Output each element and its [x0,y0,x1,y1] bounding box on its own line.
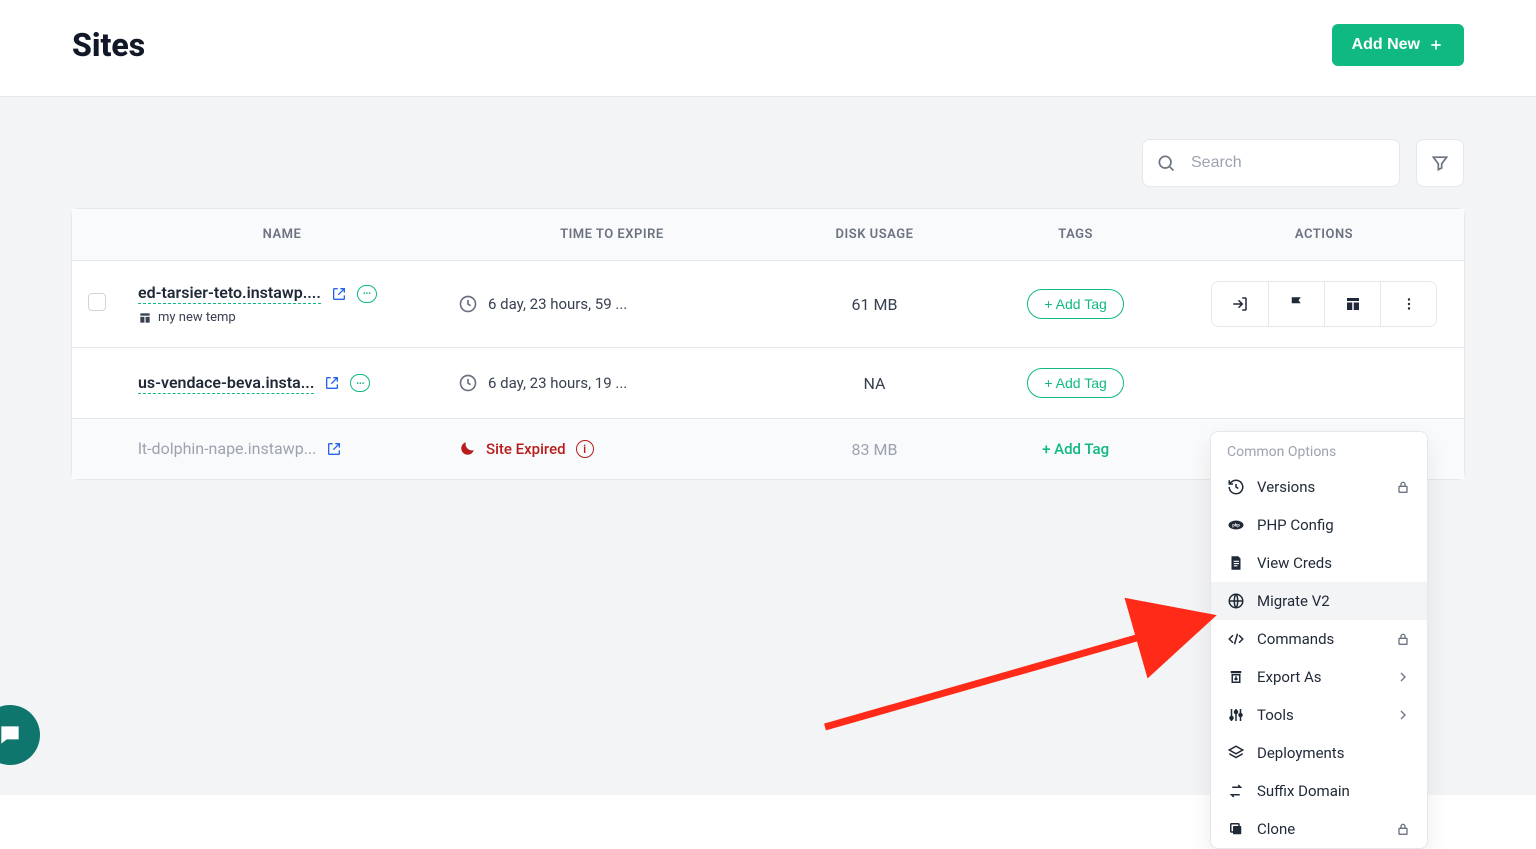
filter-icon [1430,153,1450,173]
add-new-button[interactable]: Add New [1332,24,1464,66]
menu-item-label: Migrate V2 [1257,592,1330,610]
deploy-icon [1227,744,1245,762]
search-input[interactable] [1142,139,1400,187]
row-options-menu: Common Options Versions php PHP Config View… [1210,431,1428,849]
layout-icon [1344,295,1362,313]
menu-item-label: Tools [1257,706,1294,724]
external-link-icon[interactable] [326,441,342,457]
chat-fab[interactable] [0,705,40,765]
col-disk: DISK USAGE [782,209,967,261]
code-icon [1227,630,1245,648]
menu-item-label: Versions [1257,478,1315,496]
php-icon: php [1227,516,1245,534]
login-button[interactable] [1212,282,1268,326]
menu-item-php-config[interactable]: php PHP Config [1211,506,1427,544]
menu-item-label: View Creds [1257,554,1332,572]
comment-icon[interactable]: ••• [357,285,377,303]
lock-icon [1395,479,1411,495]
menu-item-label: Deployments [1257,744,1344,762]
menu-item-export-as[interactable]: Export As [1211,658,1427,696]
time-value: 6 day, 23 hours, 59 ... [488,295,627,313]
menu-item-label: Export As [1257,668,1322,686]
template-button[interactable] [1324,282,1380,326]
expired-label: Site Expired [486,440,566,458]
more-vertical-icon [1400,295,1418,313]
site-name-link[interactable]: ed-tarsier-teto.instawp.... [138,283,321,304]
time-value: 6 day, 23 hours, 19 ... [488,374,627,392]
col-tags: TAGS [967,209,1184,261]
col-time: TIME TO EXPIRE [442,209,782,261]
sliders-icon [1227,706,1245,724]
menu-item-suffix-domain[interactable]: Suffix Domain [1211,772,1427,810]
col-name: NAME [122,209,442,261]
history-icon [1227,478,1245,496]
globe-icon [1227,592,1245,610]
filter-button[interactable] [1416,139,1464,187]
clock-icon [458,373,478,393]
menu-item-label: Suffix Domain [1257,782,1350,800]
menu-item-deployments[interactable]: Deployments [1211,734,1427,772]
login-icon [1231,295,1249,313]
row-checkbox[interactable] [88,293,106,311]
lock-icon [1395,631,1411,647]
menu-item-label: Clone [1257,820,1295,838]
page-title: Sites [72,26,145,64]
clock-icon [458,294,478,314]
col-actions: ACTIONS [1184,209,1464,261]
svg-text:php: php [1232,523,1240,529]
site-sub-label: my new temp [158,310,236,325]
search-icon [1156,153,1176,173]
menu-item-versions[interactable]: Versions [1211,468,1427,506]
chat-icon [0,722,23,748]
moon-icon [458,440,476,458]
menu-item-clone[interactable]: Clone [1211,810,1427,848]
chevron-right-icon [1395,707,1411,723]
export-icon [1227,668,1245,686]
external-link-icon[interactable] [324,375,340,391]
external-link-icon[interactable] [331,286,347,302]
comment-icon[interactable]: ••• [350,374,370,392]
doc-icon [1227,554,1245,572]
add-tag-button[interactable]: + Add Tag [1027,368,1123,398]
add-tag-button[interactable]: + Add Tag [1027,289,1123,319]
swap-icon [1227,782,1245,800]
menu-item-tools[interactable]: Tools [1211,696,1427,734]
annotation-arrow [810,577,1240,747]
search-box [1142,139,1400,187]
add-new-label: Add New [1352,36,1420,54]
table-row: ed-tarsier-teto.instawp.... ••• my new t… [72,261,1464,348]
site-name-link[interactable]: lt-dolphin-nape.instawp... [138,439,316,459]
lock-icon [1395,821,1411,837]
site-name-link[interactable]: us-vendace-beva.insta... [138,373,314,394]
flag-icon [1288,295,1306,313]
more-button[interactable] [1380,282,1436,326]
info-icon[interactable]: i [576,440,594,458]
menu-item-view-creds[interactable]: View Creds [1211,544,1427,582]
flag-button[interactable] [1268,282,1324,326]
disk-value: NA [863,374,885,393]
add-tag-button[interactable]: + Add Tag [1042,440,1109,458]
menu-header: Common Options [1211,432,1427,468]
template-icon [138,311,152,325]
table-row: us-vendace-beva.insta... ••• 6 day, 23 h… [72,348,1464,419]
row-actions [1211,281,1437,327]
copy-icon [1227,820,1245,838]
menu-item-migrate-v2[interactable]: Migrate V2 [1211,582,1427,620]
plus-icon [1428,37,1444,53]
disk-value: 61 MB [852,295,898,314]
menu-item-label: PHP Config [1257,516,1334,534]
disk-value: 83 MB [852,440,898,459]
menu-item-commands[interactable]: Commands [1211,620,1427,658]
chevron-right-icon [1395,669,1411,685]
menu-item-label: Commands [1257,630,1334,648]
